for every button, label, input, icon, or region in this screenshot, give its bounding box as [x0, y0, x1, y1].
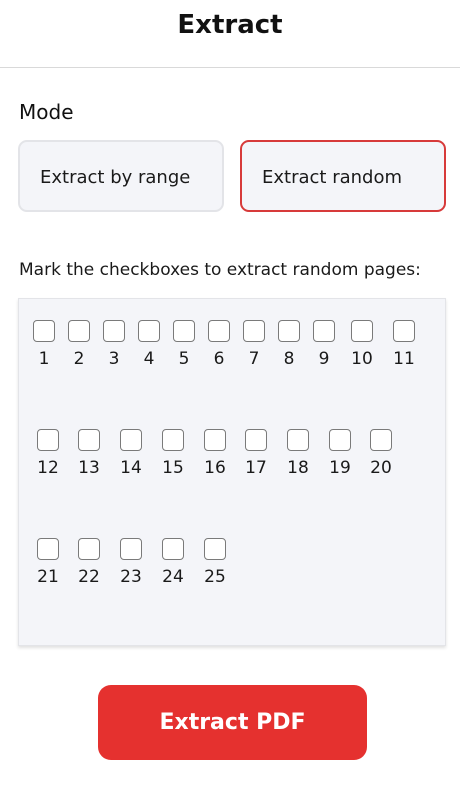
page-item[interactable]: 21	[33, 538, 67, 590]
page-checkbox[interactable]	[245, 429, 267, 451]
page-checkbox[interactable]	[78, 538, 100, 560]
page-number-label: 15	[162, 458, 184, 478]
page-item[interactable]: 17	[241, 429, 275, 481]
instruction-text: Mark the checkboxes to extract random pa…	[19, 260, 421, 280]
page-number-label: 18	[287, 458, 309, 478]
extract-random-button[interactable]: Extract random	[240, 140, 446, 212]
page-item[interactable]: 12	[33, 429, 67, 481]
page-item[interactable]: 24	[158, 538, 192, 590]
page-checkbox[interactable]	[243, 320, 265, 342]
page-number-label: 23	[120, 567, 142, 587]
page-checkbox[interactable]	[120, 429, 142, 451]
page-checkbox[interactable]	[33, 320, 55, 342]
page-number-label: 14	[120, 458, 142, 478]
page-checkbox[interactable]	[138, 320, 160, 342]
page-item[interactable]: 15	[158, 429, 192, 481]
page-number-label: 11	[393, 349, 415, 369]
page-item[interactable]: 10	[347, 320, 381, 372]
page-item[interactable]: 22	[74, 538, 108, 590]
page-checkbox[interactable]	[173, 320, 195, 342]
page-checkbox[interactable]	[162, 429, 184, 451]
page-item[interactable]: 13	[74, 429, 108, 481]
page-number-label: 17	[245, 458, 267, 478]
page-checkbox[interactable]	[208, 320, 230, 342]
page-item[interactable]: 19	[325, 429, 359, 481]
page-checkbox[interactable]	[120, 538, 142, 560]
page-item[interactable]: 20	[366, 429, 400, 481]
page-checkbox[interactable]	[351, 320, 373, 342]
page-checkbox[interactable]	[370, 429, 392, 451]
page-checkbox[interactable]	[329, 429, 351, 451]
page-item[interactable]: 23	[116, 538, 150, 590]
extract-pdf-button[interactable]: Extract PDF	[98, 685, 367, 760]
page-header: Extract	[0, 0, 460, 68]
page-item[interactable]: 25	[200, 538, 234, 590]
page-checkbox[interactable]	[313, 320, 335, 342]
page-checkbox[interactable]	[103, 320, 125, 342]
page-checkbox[interactable]	[204, 429, 226, 451]
page-number-label: 21	[37, 567, 59, 587]
page-checkbox[interactable]	[393, 320, 415, 342]
page-number-label: 20	[370, 458, 392, 478]
page-number-label: 22	[78, 567, 100, 587]
page-checkbox[interactable]	[78, 429, 100, 451]
page-title: Extract	[177, 10, 283, 40]
page-number-label: 24	[162, 567, 184, 587]
page-number-label: 13	[78, 458, 100, 478]
page-checkbox[interactable]	[37, 429, 59, 451]
page-checkbox[interactable]	[68, 320, 90, 342]
mode-label: Mode	[19, 100, 74, 124]
page-item[interactable]: 9	[309, 320, 343, 372]
page-checkbox[interactable]	[278, 320, 300, 342]
page-number-label: 9	[318, 349, 330, 369]
page-checkbox[interactable]	[37, 538, 59, 560]
page-checkbox[interactable]	[162, 538, 184, 560]
page-item[interactable]: 11	[389, 320, 423, 372]
page-item[interactable]: 14	[116, 429, 150, 481]
page-checkbox[interactable]	[287, 429, 309, 451]
page-number-label: 10	[351, 349, 373, 369]
page-number-label: 12	[37, 458, 59, 478]
page-item[interactable]: 18	[283, 429, 317, 481]
page-checkbox[interactable]	[204, 538, 226, 560]
page-number-label: 19	[329, 458, 351, 478]
extract-by-range-button[interactable]: Extract by range	[18, 140, 224, 212]
page-checkbox-panel: 1 2 3 4 5 6 7 8 9 10 11 12 13 14 15 16 17 18 19 20 21 22 23 24 2…	[18, 298, 446, 646]
page-item[interactable]: 16	[200, 429, 234, 481]
page-number-label: 25	[204, 567, 226, 587]
page-number-label: 16	[204, 458, 226, 478]
